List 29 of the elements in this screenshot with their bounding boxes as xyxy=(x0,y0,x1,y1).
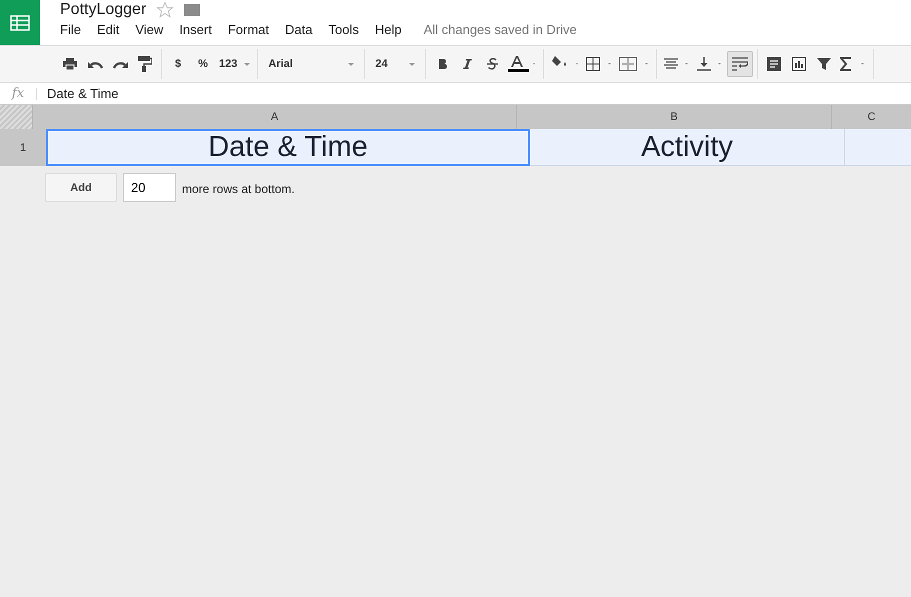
menu-item[interactable]: Data xyxy=(285,22,312,37)
percent-button[interactable]: % xyxy=(191,52,215,76)
menu-item[interactable]: Insert xyxy=(179,22,212,37)
menu-item[interactable]: Tools xyxy=(328,22,359,37)
add-button[interactable]: Add xyxy=(45,173,117,202)
font-size-dropdown[interactable]: 24 xyxy=(369,58,422,70)
folder-icon[interactable] xyxy=(184,4,200,16)
add-rows-label: more rows at bottom. xyxy=(182,182,295,196)
text-wrap-icon xyxy=(732,57,748,71)
menu-item[interactable]: Help xyxy=(374,22,402,37)
menu-item[interactable]: Format xyxy=(228,22,269,37)
document-title[interactable]: PottyLogger xyxy=(60,1,146,19)
formula-label: fx xyxy=(0,88,37,100)
menu-item[interactable]: File xyxy=(60,22,81,37)
number-format-button[interactable]: 123 xyxy=(216,52,254,76)
formula-input[interactable]: Date & Time xyxy=(47,86,119,101)
row-header[interactable]: 1 xyxy=(0,129,46,166)
font-dropdown[interactable]: Arial xyxy=(262,58,360,70)
currency-button[interactable]: $ xyxy=(166,52,190,76)
menu-item[interactable]: View xyxy=(135,22,164,37)
text-wrap-button[interactable] xyxy=(727,51,754,77)
table-cell[interactable] xyxy=(845,129,911,166)
rows-count-field[interactable]: 20 xyxy=(123,173,176,202)
star-icon[interactable] xyxy=(156,1,174,19)
menu-item[interactable]: Edit xyxy=(96,22,120,37)
sheets-logo-icon[interactable] xyxy=(0,0,40,45)
table-cell[interactable]: Date & Time xyxy=(46,129,530,166)
table-cell[interactable]: Activity xyxy=(530,129,845,166)
save-status[interactable]: All changes saved in Drive xyxy=(424,22,577,37)
